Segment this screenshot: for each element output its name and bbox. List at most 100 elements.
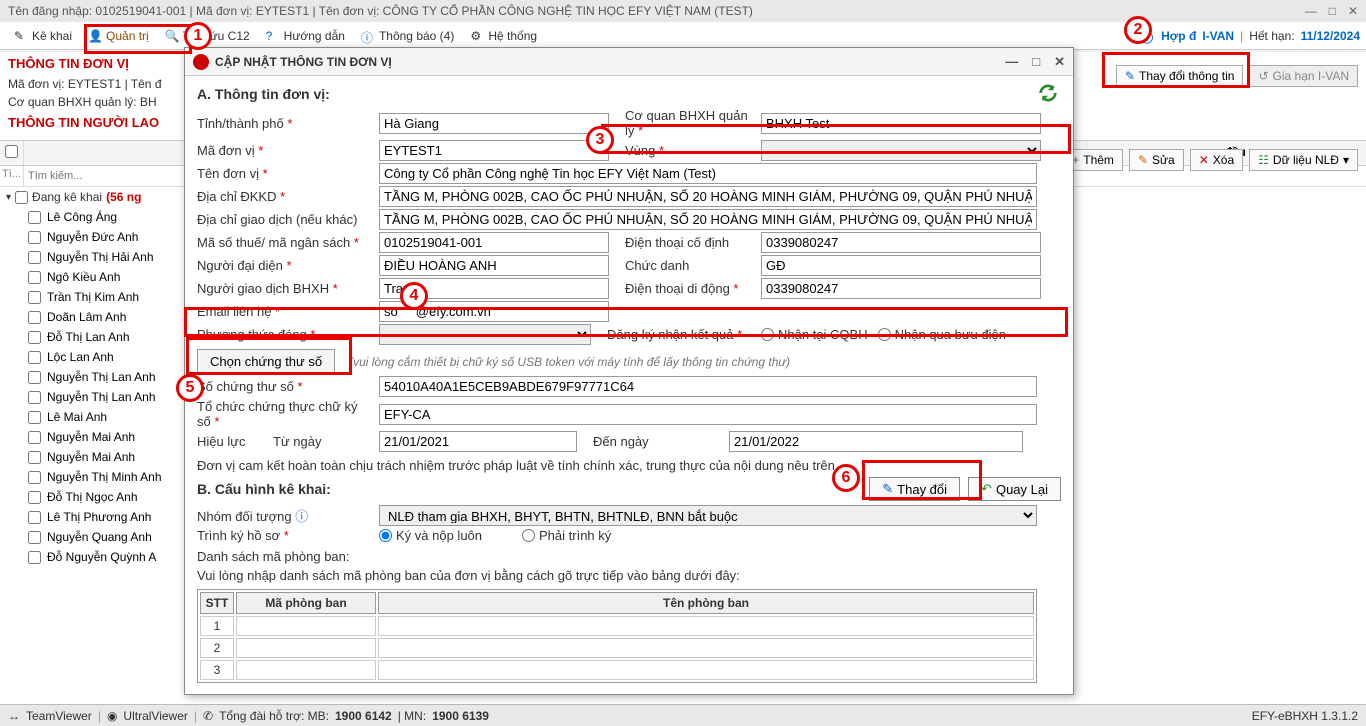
fld-giaodich[interactable] [379,209,1037,230]
person-name: Lê Mai Anh [47,410,107,424]
fld-tinh[interactable] [379,113,609,134]
person-name: Lê Thị Phương Anh [47,510,151,524]
sep: | [1240,29,1243,43]
person-name: Doãn Lâm Anh [47,310,126,324]
fld-nhomdt[interactable]: NLĐ tham gia BHXH, BHYT, BHTN, BHTNLĐ, B… [379,505,1037,526]
info-icon[interactable]: ⓘ [295,509,308,524]
row-checkbox[interactable] [28,451,41,464]
person-name: Nguyễn Mai Anh [47,450,135,464]
radio-buudien[interactable]: Nhận qua bưu điện [878,327,1006,342]
row-checkbox[interactable] [28,291,41,304]
person-name: Lộc Lan Anh [47,350,114,364]
lbl-trinhky: Trình ký hồ sơ [197,528,373,543]
table-row[interactable]: 1 [200,616,1034,636]
dept-table: STT Mã phòng ban Tên phòng ban 123 [197,589,1037,683]
fld-mst[interactable] [379,232,609,253]
radio-phaitrinh[interactable]: Phải trình ký [522,528,611,543]
uv-icon[interactable]: ◉ [107,709,117,723]
row-checkbox[interactable] [28,231,41,244]
minimize-icon[interactable]: — [1305,4,1317,18]
menu-thong-bao[interactable]: ⓘThông báo (4) [353,27,462,45]
dialog-title: CẬP NHẬT THÔNG TIN ĐƠN VỊ [215,55,392,69]
xoa-button[interactable]: ✕Xóa [1190,149,1243,171]
person-name: Nguyễn Thị Hải Anh [47,250,154,264]
fld-giaodich2[interactable] [379,278,609,299]
person-name: Lê Công Áng [47,210,117,224]
lbl-tungay: Từ ngày [273,434,373,449]
fld-dtcd[interactable] [761,232,1041,253]
tv-icon[interactable]: ↔ [8,709,20,723]
maximize-icon[interactable]: □ [1329,4,1336,18]
lbl-ma: Mã đơn vị [197,143,373,158]
select-all-checkbox[interactable] [5,145,18,158]
refresh-icon[interactable] [1037,82,1059,104]
lbl-daidien: Người đại diện [197,258,373,273]
table-row[interactable]: 2 [200,638,1034,658]
fld-email[interactable] [379,301,609,322]
thay-doi-thong-tin-button[interactable]: ✎Thay đổi thông tin [1116,65,1243,87]
dialog-maximize-icon[interactable]: □ [1032,54,1040,70]
person-name: Nguyễn Đức Anh [47,230,138,244]
gia-han-button[interactable]: ↺Gia hạn I-VAN [1249,65,1358,87]
row-checkbox[interactable] [28,471,41,484]
row-checkbox[interactable] [28,371,41,384]
lbl-nhomdt: Nhóm đối tượng ⓘ [197,506,373,525]
fld-chucdanh[interactable] [761,255,1041,276]
version-label: EFY-eBHXH 1.3.1.2 [1252,709,1358,723]
filter-icon[interactable]: Tì... [0,166,24,186]
fld-tungay[interactable] [379,431,577,452]
row-checkbox[interactable] [28,551,41,564]
row-checkbox[interactable] [28,491,41,504]
menu-tra-cuu[interactable]: 🔍Tra cứu C12 [157,27,258,45]
row-checkbox[interactable] [28,411,41,424]
row-checkbox[interactable] [28,391,41,404]
lbl-dtdd: Điện thoại di động [615,281,755,296]
sua-button[interactable]: ✎Sửa [1129,149,1184,171]
radio-kyva[interactable]: Ký và nộp luôn [379,528,482,543]
fld-daidien[interactable] [379,255,609,276]
fld-dtdd[interactable] [761,278,1041,299]
menu-huong-dan[interactable]: ?Hướng dẫn [258,27,353,45]
expire-date: 11/12/2024 [1301,29,1360,43]
row-checkbox[interactable] [28,431,41,444]
tree-checkbox[interactable] [15,191,28,204]
close-icon[interactable]: ✕ [1348,4,1358,18]
fld-denngay[interactable] [729,431,1023,452]
quay-lai-button[interactable]: ↶Quay Lại [968,477,1061,501]
row-checkbox[interactable] [28,271,41,284]
fld-phuongthuc[interactable] [379,324,591,345]
fld-vung[interactable] [761,140,1041,161]
table-row[interactable]: 3 [200,660,1034,680]
dialog-close-icon[interactable]: ✕ [1054,54,1065,70]
fld-ten[interactable] [379,163,1037,184]
chon-cts-button[interactable]: Chọn chứng thư số [197,349,335,374]
row-checkbox[interactable] [28,251,41,264]
row-checkbox[interactable] [28,211,41,224]
person-name: Nguyễn Thị Lan Anh [47,370,156,384]
thay-doi-button[interactable]: ✎Thay đổi [869,477,960,501]
fld-tochuc[interactable] [379,404,1037,425]
chevron-down-icon: ▾ [1343,153,1349,167]
delete-icon: ✕ [1199,153,1209,167]
menu-ke-khai[interactable]: ✎Kê khai [6,27,80,45]
help-icon: ? [266,29,280,43]
du-lieu-button[interactable]: ☷Dữ liệu NLĐ▾ [1249,149,1358,171]
row-checkbox[interactable] [28,311,41,324]
fld-ma[interactable] [379,140,609,161]
lbl-serial: Số chứng thư số [197,379,373,394]
row-checkbox[interactable] [28,531,41,544]
dialog-minimize-icon[interactable]: — [1005,54,1018,70]
row-checkbox[interactable] [28,511,41,524]
app-icon [193,54,209,70]
lbl-giaodich: Địa chỉ giao dịch (nếu khác) [197,212,373,227]
data-icon: ☷ [1258,153,1269,167]
commit-text: Đơn vị cam kết hoàn toàn chịu trách nhiệ… [197,458,1061,473]
fld-serial[interactable] [379,376,1037,397]
menu-he-thong[interactable]: ⚙Hệ thống [462,27,545,45]
fld-dkkd[interactable] [379,186,1037,207]
radio-cqbh[interactable]: Nhận tại CQBH [761,327,868,342]
menu-quan-tri[interactable]: 👤Quản trị [80,27,157,45]
fld-cq[interactable] [761,113,1041,134]
row-checkbox[interactable] [28,351,41,364]
row-checkbox[interactable] [28,331,41,344]
